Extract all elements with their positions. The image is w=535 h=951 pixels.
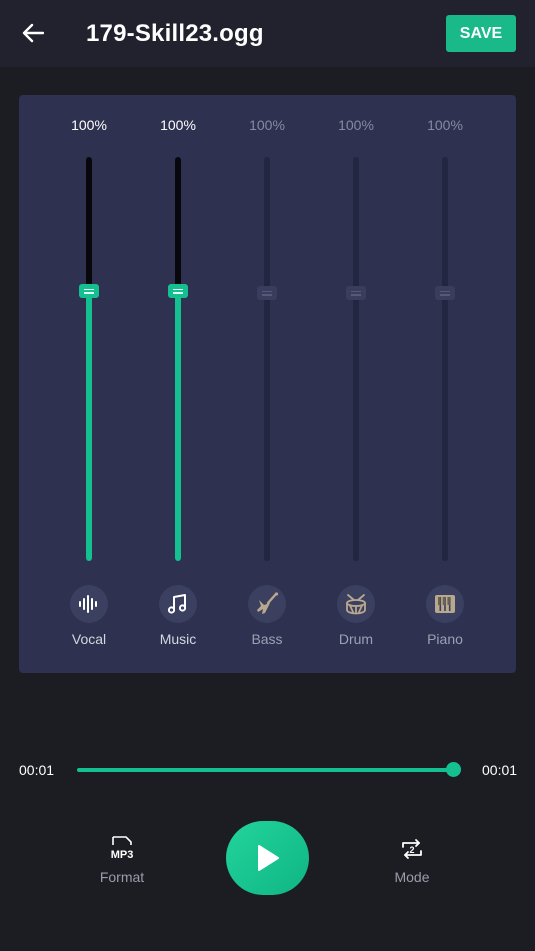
music-slider-track[interactable] <box>175 157 181 561</box>
format-label: Format <box>99 869 145 885</box>
play-icon <box>257 845 279 871</box>
mixer-panel: 100% Vocal 100% Music 100% Bass 100% Dru… <box>19 95 516 673</box>
top-bar: 179-Skill23.ogg SAVE <box>0 0 535 67</box>
save-button[interactable]: SAVE <box>446 15 516 52</box>
drum-percent: 100% <box>338 117 374 133</box>
seek-thumb[interactable] <box>446 762 461 777</box>
bass-slider-thumb[interactable] <box>257 286 277 300</box>
vocal-label: Vocal <box>71 631 107 647</box>
guitar-icon <box>257 592 279 614</box>
seek-bar[interactable] <box>77 768 454 772</box>
channel-vocal: 100% Vocal <box>49 95 129 673</box>
drum-button[interactable] <box>337 585 375 623</box>
drum-label: Drum <box>338 631 374 647</box>
music-note-icon <box>167 594 187 614</box>
repeat-icon: 2 <box>402 839 422 859</box>
drum-icon <box>346 594 366 615</box>
piano-keys-icon <box>435 595 455 613</box>
drum-slider-track[interactable] <box>353 157 359 561</box>
bass-label: Bass <box>251 631 283 647</box>
bass-button[interactable] <box>248 585 286 623</box>
total-time: 00:01 <box>482 762 518 778</box>
music-label: Music <box>159 631 197 647</box>
music-slider-thumb[interactable] <box>168 284 188 298</box>
file-title: 179-Skill23.ogg <box>86 20 264 47</box>
mode-button[interactable]: 2 Mode <box>372 836 452 885</box>
waveform-icon <box>79 595 97 613</box>
channel-piano: 100% Piano <box>405 95 485 673</box>
mp3-file-icon: MP3 <box>111 836 134 861</box>
channel-drum: 100% Drum <box>316 95 396 673</box>
back-button[interactable] <box>18 18 48 48</box>
music-button[interactable] <box>159 585 197 623</box>
format-badge: MP3 <box>111 849 134 861</box>
mode-label: Mode <box>394 869 430 885</box>
piano-slider-thumb[interactable] <box>435 286 455 300</box>
mode-badge: 2 <box>409 845 414 855</box>
current-time: 00:01 <box>19 762 55 778</box>
vocal-percent: 100% <box>71 117 107 133</box>
bass-slider-track[interactable] <box>264 157 270 561</box>
piano-button[interactable] <box>426 585 464 623</box>
drum-slider-thumb[interactable] <box>346 286 366 300</box>
piano-slider-track[interactable] <box>442 157 448 561</box>
channel-music: 100% Music <box>138 95 218 673</box>
bass-percent: 100% <box>249 117 285 133</box>
format-button[interactable]: MP3 Format <box>82 836 162 885</box>
piano-label: Piano <box>427 631 463 647</box>
vocal-slider-thumb[interactable] <box>79 284 99 298</box>
play-button[interactable] <box>226 821 309 895</box>
vocal-button[interactable] <box>70 585 108 623</box>
music-percent: 100% <box>160 117 196 133</box>
arrow-left-icon <box>22 23 44 43</box>
piano-percent: 100% <box>427 117 463 133</box>
channel-bass: 100% Bass <box>227 95 307 673</box>
vocal-slider-track[interactable] <box>86 157 92 561</box>
